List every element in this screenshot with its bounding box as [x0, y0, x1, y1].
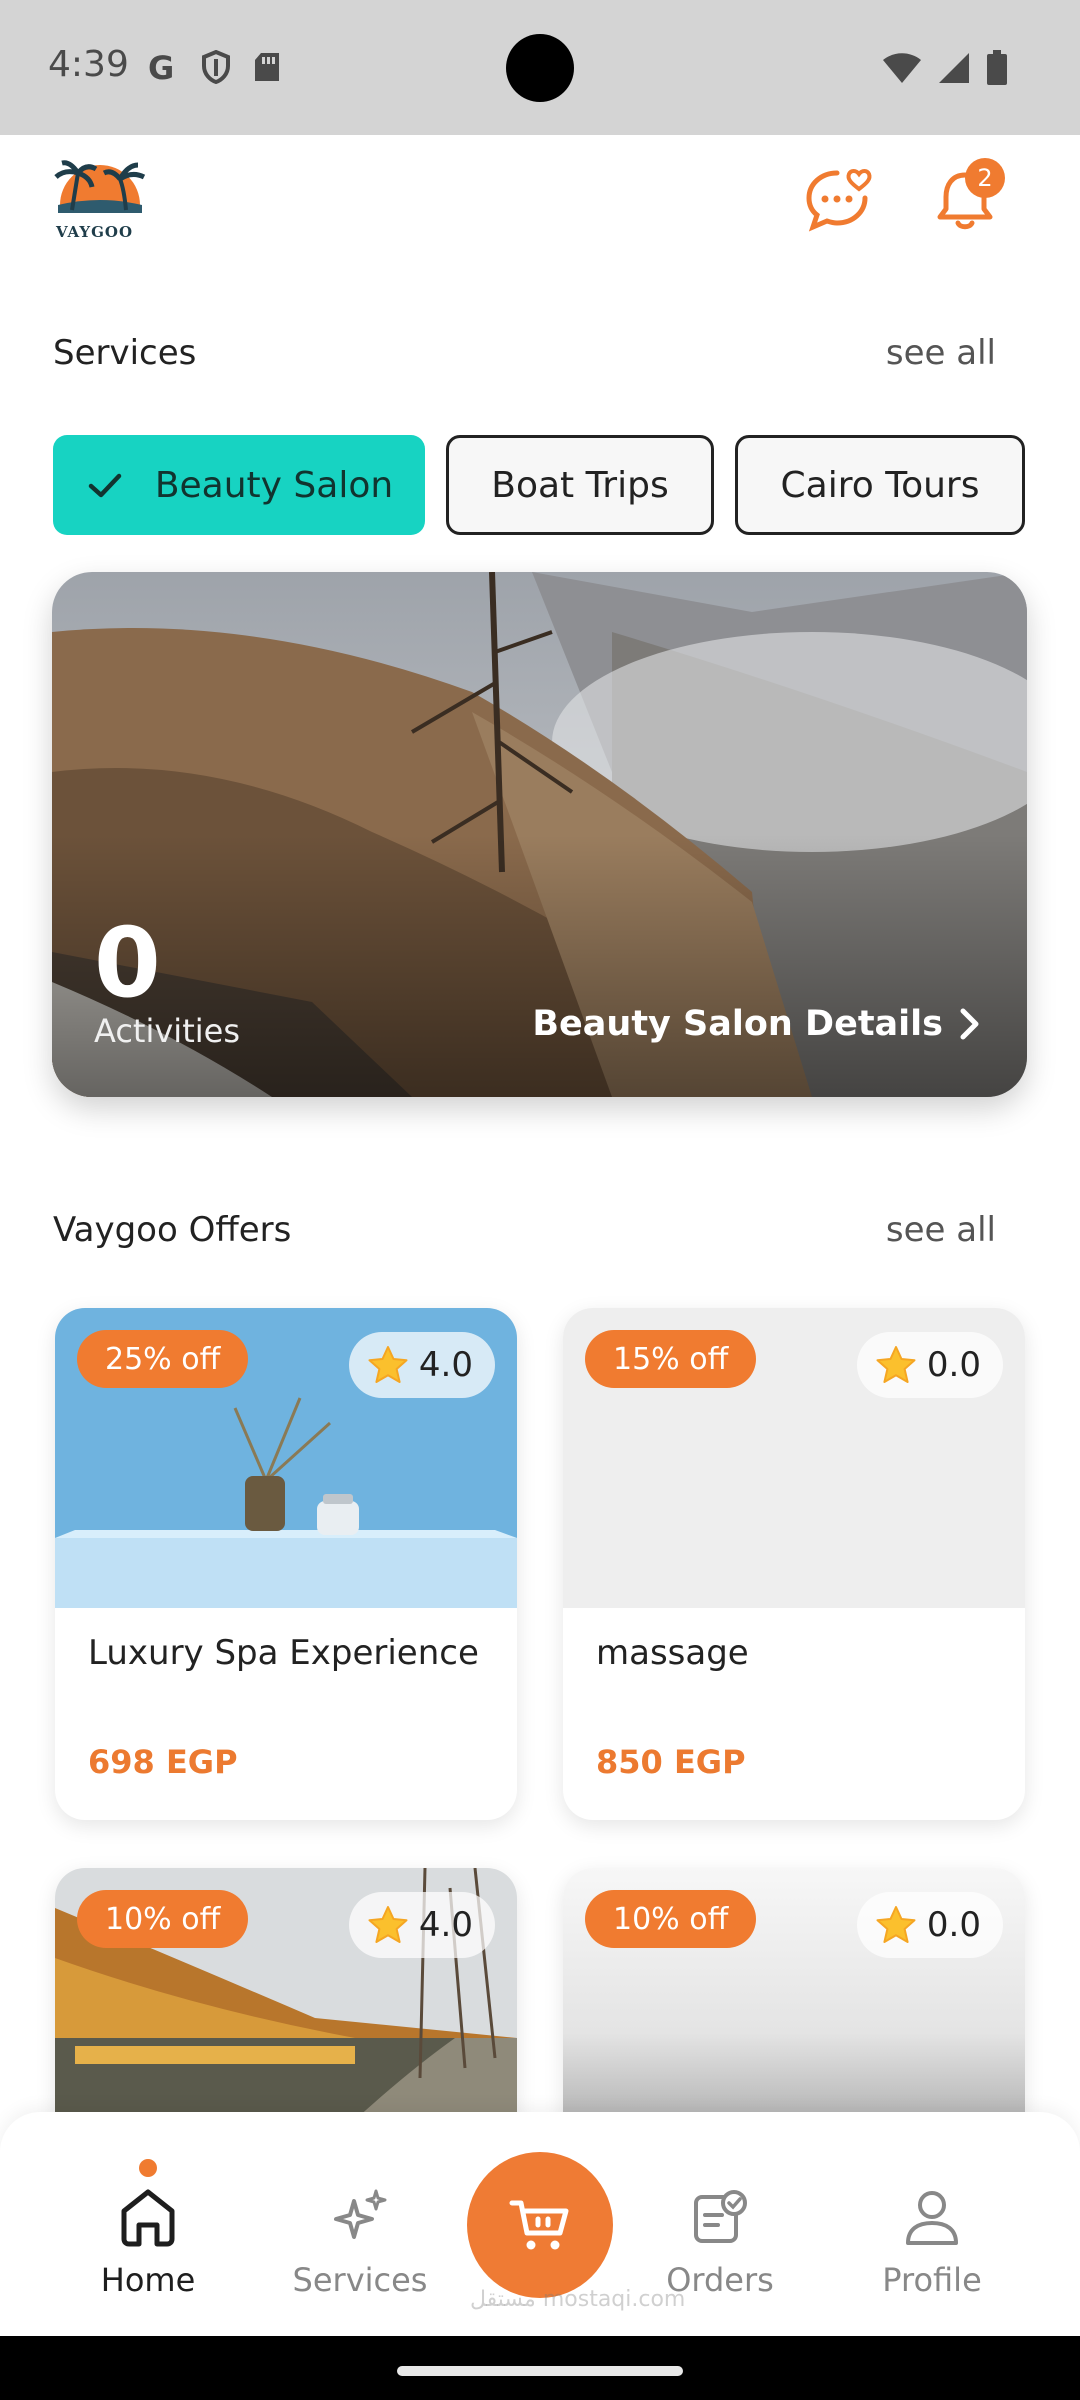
- wifi-icon: [883, 53, 921, 83]
- chat-button[interactable]: [803, 165, 873, 235]
- chip-cairo-tours[interactable]: Cairo Tours: [735, 435, 1025, 535]
- google-icon: G: [148, 50, 174, 84]
- rating-value: 0.0: [926, 1345, 981, 1385]
- activities-label: Activities: [94, 1012, 240, 1050]
- sparkles-icon: [334, 2189, 387, 2239]
- nav-home[interactable]: Home: [53, 2159, 243, 2299]
- star-icon: [876, 1346, 916, 1383]
- nav-label: Profile: [882, 2261, 982, 2299]
- star-icon: [876, 1906, 916, 1943]
- nav-profile[interactable]: Profile: [837, 2187, 1027, 2299]
- service-details-label: Beauty Salon Details: [532, 1004, 943, 1044]
- chip-boat-trips[interactable]: Boat Trips: [446, 435, 714, 535]
- offer-card[interactable]: 15% off 0.0 massage 850 EGP: [563, 1308, 1025, 1820]
- home-indicator[interactable]: [397, 2366, 683, 2376]
- chip-label: Beauty Salon: [154, 464, 394, 506]
- offer-name: massage: [596, 1633, 749, 1673]
- service-details-link[interactable]: Beauty Salon Details: [532, 1004, 981, 1044]
- rating-value: 4.0: [418, 1345, 473, 1385]
- star-icon: [368, 1906, 408, 1943]
- chip-label: Cairo Tours: [780, 464, 980, 506]
- rating-value: 4.0: [418, 1905, 473, 1945]
- nav-orders[interactable]: Orders: [625, 2187, 815, 2299]
- chip-beauty-salon[interactable]: Beauty Salon: [53, 435, 425, 535]
- discount-badge: 10% off: [77, 1890, 249, 1948]
- offer-card[interactable]: 25% off 4.0 Luxury Spa Experience 698 EG…: [55, 1308, 517, 1820]
- shield-icon: [202, 50, 230, 84]
- nav-label: Services: [292, 2261, 428, 2299]
- watermark: مستقل mostaqi.com: [470, 2287, 686, 2312]
- activities-count: 0: [94, 907, 161, 1019]
- service-hero-card[interactable]: 0 Activities Beauty Salon Details: [52, 572, 1027, 1097]
- nav-services[interactable]: Services: [265, 2187, 455, 2299]
- camera-cutout: [506, 34, 574, 102]
- cart-icon: [509, 2200, 569, 2250]
- signal-icon: [939, 53, 969, 83]
- chip-label: Boat Trips: [491, 464, 669, 506]
- chat-heart-icon: [806, 169, 872, 232]
- battery-icon: [987, 50, 1007, 85]
- discount-badge: 15% off: [585, 1330, 757, 1388]
- status-right-icons: [882, 50, 1008, 86]
- rating-pill: 0.0: [856, 1892, 1003, 1958]
- rating-pill: 0.0: [856, 1332, 1003, 1398]
- discount-badge: 25% off: [77, 1330, 249, 1388]
- services-title: Services: [53, 333, 197, 373]
- offers-see-all-link[interactable]: see all: [886, 1210, 996, 1250]
- status-left-icons: G: [145, 50, 281, 84]
- status-bar: 4:39 G: [0, 0, 1080, 135]
- profile-icon: [906, 2191, 958, 2245]
- orders-icon: [694, 2190, 747, 2243]
- offers-title: Vaygoo Offers: [53, 1210, 292, 1250]
- system-navigation-bar: [0, 2336, 1080, 2400]
- bottom-navigation: Home Services Orders Profile مستقل mosta…: [0, 2112, 1080, 2336]
- rating-pill: 4.0: [348, 1332, 495, 1398]
- active-indicator-dot: [139, 2159, 157, 2177]
- services-see-all-link[interactable]: see all: [886, 333, 996, 373]
- home-icon: [121, 2189, 175, 2247]
- discount-badge: 10% off: [585, 1890, 757, 1948]
- notification-badge: 2: [965, 158, 1005, 198]
- svg-text:G: G: [148, 50, 174, 84]
- vaygoo-logo[interactable]: VAYGOO: [50, 155, 150, 245]
- sd-card-icon: [255, 53, 279, 81]
- check-icon: [88, 473, 122, 498]
- rating-pill: 4.0: [348, 1892, 495, 1958]
- offer-price: 850 EGP: [596, 1743, 746, 1781]
- chevron-right-icon: [960, 1008, 979, 1040]
- offer-price: 698 EGP: [88, 1743, 238, 1781]
- rating-value: 0.0: [926, 1905, 981, 1945]
- nav-label: Home: [100, 2261, 196, 2299]
- offer-name: Luxury Spa Experience: [88, 1633, 479, 1673]
- status-time: 4:39: [48, 44, 129, 85]
- cart-button[interactable]: [467, 2152, 613, 2298]
- star-icon: [368, 1346, 408, 1383]
- logo-text: VAYGOO: [56, 223, 134, 241]
